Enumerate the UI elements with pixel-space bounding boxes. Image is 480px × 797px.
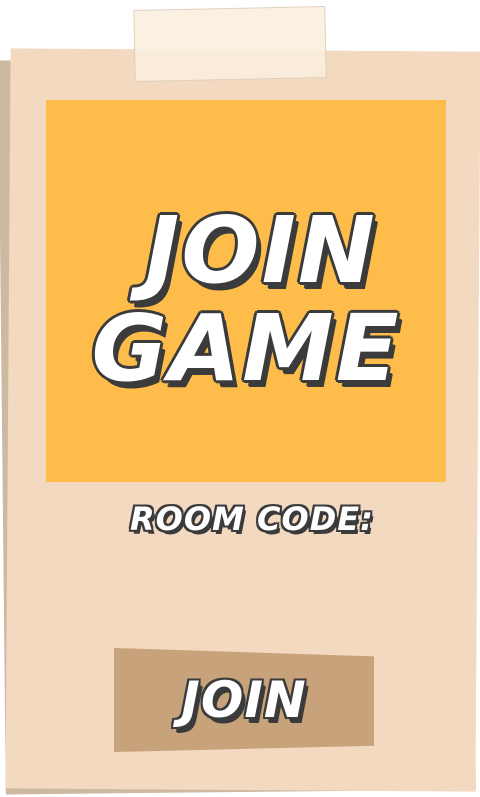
title-panel: JOIN GAME [46,100,446,482]
title-line-game: GAME [91,295,401,402]
join-game-screen: JOIN GAME ROOM CODE: JOIN [0,0,480,797]
tape-strip [133,5,327,83]
join-button[interactable]: JOIN [114,648,374,752]
join-button-label: JOIN [181,671,307,729]
room-code-label: ROOM CODE: [130,500,374,538]
room-code-input[interactable] [120,560,374,612]
page-title: JOIN GAME [46,100,446,482]
title-line-join: JOIN [145,197,377,304]
